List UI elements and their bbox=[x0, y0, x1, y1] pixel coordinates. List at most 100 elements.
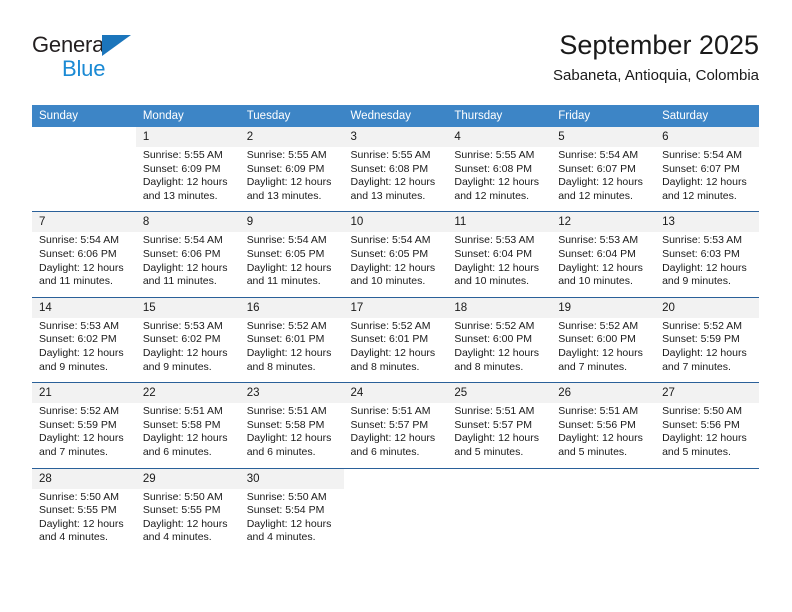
day-info-line: and 11 minutes. bbox=[39, 275, 113, 288]
day-number[interactable]: 26 bbox=[551, 382, 656, 404]
day-number[interactable]: 3 bbox=[343, 127, 448, 147]
day-number[interactable]: 10 bbox=[343, 211, 448, 233]
empty-day-number bbox=[551, 467, 656, 489]
day-cell[interactable]: Sunrise: 5:52 AM Sunset: 6:01 PM Daylight:… bbox=[343, 317, 448, 383]
day-number[interactable]: 25 bbox=[447, 382, 552, 404]
day-info-line: Sunset: 5:55 PM bbox=[142, 504, 221, 517]
day-cell[interactable]: Sunrise: 5:52 AM Sunset: 6:00 PM Daylight:… bbox=[447, 317, 552, 383]
day-cell[interactable]: Sunrise: 5:55 AM Sunset: 6:09 PM Daylight:… bbox=[239, 147, 344, 212]
day-cell[interactable]: Sunrise: 5:53 AM Sunset: 6:02 PM Daylight:… bbox=[135, 317, 240, 383]
day-info-line: and 5 minutes. bbox=[662, 445, 731, 458]
weekday-header-friday: Friday bbox=[551, 105, 656, 127]
day-cell[interactable]: Sunrise: 5:54 AM Sunset: 6:07 PM Daylight:… bbox=[655, 147, 759, 212]
day-number[interactable]: 12 bbox=[551, 211, 656, 233]
day-cell[interactable]: Sunrise: 5:51 AM Sunset: 5:57 PM Daylight:… bbox=[447, 403, 552, 468]
day-cell[interactable]: Sunrise: 5:54 AM Sunset: 6:05 PM Daylight:… bbox=[239, 232, 344, 298]
day-cell[interactable]: Sunrise: 5:53 AM Sunset: 6:04 PM Daylight:… bbox=[551, 232, 656, 298]
day-cell[interactable]: Sunrise: 5:50 AM Sunset: 5:56 PM Daylight:… bbox=[655, 403, 759, 468]
day-cell[interactable]: Sunrise: 5:54 AM Sunset: 6:06 PM Daylight:… bbox=[135, 232, 240, 298]
day-number[interactable]: 4 bbox=[447, 127, 552, 147]
day-info-line: Sunset: 6:05 PM bbox=[350, 247, 429, 260]
day-cell[interactable]: Sunrise: 5:51 AM Sunset: 5:56 PM Daylight:… bbox=[551, 403, 656, 468]
day-number[interactable]: 16 bbox=[239, 296, 344, 318]
day-info-line: Sunrise: 5:54 AM bbox=[142, 234, 223, 247]
day-info-line: Sunset: 5:59 PM bbox=[662, 333, 740, 346]
day-info-line: Sunset: 5:57 PM bbox=[350, 418, 429, 431]
day-number[interactable]: 23 bbox=[239, 382, 344, 404]
day-info-line: and 13 minutes. bbox=[246, 189, 322, 202]
day-info-line: and 7 minutes. bbox=[662, 360, 731, 373]
day-info-line: Sunrise: 5:52 AM bbox=[558, 319, 639, 332]
day-info-line: Sunrise: 5:53 AM bbox=[558, 234, 639, 247]
day-number[interactable]: 20 bbox=[655, 296, 759, 318]
day-cell[interactable]: Sunrise: 5:51 AM Sunset: 5:58 PM Daylight:… bbox=[135, 403, 240, 468]
day-number[interactable]: 21 bbox=[32, 382, 136, 404]
day-info-line: Daylight: 12 hours bbox=[142, 432, 228, 445]
day-info-line: Sunset: 6:07 PM bbox=[558, 162, 636, 175]
day-info-line: Sunrise: 5:51 AM bbox=[246, 405, 327, 418]
day-info-line: and 8 minutes. bbox=[350, 360, 420, 373]
day-info-line: and 12 minutes. bbox=[558, 189, 633, 202]
day-cell[interactable]: Sunrise: 5:53 AM Sunset: 6:03 PM Daylight:… bbox=[655, 232, 759, 298]
day-number[interactable]: 27 bbox=[655, 382, 759, 404]
day-cell[interactable]: Sunrise: 5:52 AM Sunset: 6:00 PM Daylight:… bbox=[551, 317, 656, 383]
day-info-line: Sunset: 6:06 PM bbox=[142, 247, 221, 260]
day-info-line: Sunset: 5:54 PM bbox=[246, 504, 325, 517]
day-cell[interactable]: Sunrise: 5:54 AM Sunset: 6:05 PM Daylight:… bbox=[343, 232, 448, 298]
day-number[interactable]: 7 bbox=[32, 211, 136, 233]
day-cell[interactable]: Sunrise: 5:51 AM Sunset: 5:58 PM Daylight:… bbox=[239, 403, 344, 468]
day-info-line: Daylight: 12 hours bbox=[662, 346, 747, 359]
day-cell[interactable]: Sunrise: 5:52 AM Sunset: 6:01 PM Daylight:… bbox=[239, 317, 344, 383]
day-cell[interactable]: Sunrise: 5:53 AM Sunset: 6:02 PM Daylight:… bbox=[32, 317, 136, 383]
day-info-line: Sunrise: 5:53 AM bbox=[454, 234, 535, 247]
day-number[interactable]: 29 bbox=[135, 467, 240, 489]
day-number[interactable]: 18 bbox=[447, 296, 552, 318]
day-number[interactable]: 22 bbox=[135, 382, 240, 404]
day-number[interactable]: 1 bbox=[135, 127, 240, 147]
day-number[interactable]: 5 bbox=[551, 127, 656, 147]
day-number[interactable]: 6 bbox=[655, 127, 759, 147]
day-info-line: Sunset: 5:58 PM bbox=[246, 418, 325, 431]
weekday-header-saturday: Saturday bbox=[655, 105, 759, 127]
day-number[interactable]: 15 bbox=[135, 296, 240, 318]
day-cell[interactable]: Sunrise: 5:53 AM Sunset: 6:04 PM Daylight:… bbox=[447, 232, 552, 298]
week-detail-row: Sunrise: 5:55 AM Sunset: 6:09 PM Daylight:… bbox=[32, 147, 759, 212]
day-cell[interactable]: Sunrise: 5:55 AM Sunset: 6:09 PM Daylight:… bbox=[135, 147, 240, 212]
day-cell[interactable]: Sunrise: 5:50 AM Sunset: 5:55 PM Daylight:… bbox=[32, 488, 136, 553]
day-number[interactable]: 2 bbox=[239, 127, 344, 147]
day-info-line: Sunset: 6:08 PM bbox=[454, 162, 533, 175]
day-info-line: Sunrise: 5:54 AM bbox=[39, 234, 119, 247]
day-cell[interactable]: Sunrise: 5:50 AM Sunset: 5:54 PM Daylight:… bbox=[239, 488, 344, 553]
day-cell[interactable]: Sunrise: 5:52 AM Sunset: 5:59 PM Daylight:… bbox=[32, 403, 136, 468]
day-info-line: and 7 minutes. bbox=[39, 445, 108, 458]
day-info-line: and 13 minutes. bbox=[350, 189, 426, 202]
day-number[interactable]: 11 bbox=[447, 211, 552, 233]
day-info-line: and 9 minutes. bbox=[662, 275, 731, 288]
day-number[interactable]: 30 bbox=[239, 467, 344, 489]
day-info-line: and 12 minutes. bbox=[662, 189, 737, 202]
day-info-line: Sunrise: 5:52 AM bbox=[350, 319, 431, 332]
day-cell[interactable]: Sunrise: 5:55 AM Sunset: 6:08 PM Daylight:… bbox=[447, 147, 552, 212]
day-cell[interactable]: Sunrise: 5:55 AM Sunset: 6:08 PM Daylight:… bbox=[343, 147, 448, 212]
title-block: September 2025 Sabaneta, Antioquia, Colo… bbox=[553, 28, 759, 87]
day-cell[interactable]: Sunrise: 5:54 AM Sunset: 6:07 PM Daylight:… bbox=[551, 147, 656, 212]
weekday-header-thursday: Thursday bbox=[447, 105, 552, 127]
day-number[interactable]: 17 bbox=[343, 296, 448, 318]
day-number[interactable]: 28 bbox=[32, 467, 136, 489]
day-cell[interactable]: Sunrise: 5:52 AM Sunset: 5:59 PM Daylight:… bbox=[655, 317, 759, 383]
day-number[interactable]: 19 bbox=[551, 296, 656, 318]
day-info-line: Sunset: 6:02 PM bbox=[142, 333, 221, 346]
empty-day-number bbox=[447, 467, 552, 489]
day-cell[interactable]: Sunrise: 5:51 AM Sunset: 5:57 PM Daylight:… bbox=[343, 403, 448, 468]
logo-text-general: General bbox=[32, 32, 109, 57]
day-cell[interactable]: Sunrise: 5:54 AM Sunset: 6:06 PM Daylight:… bbox=[32, 232, 136, 298]
day-number[interactable]: 8 bbox=[135, 211, 240, 233]
day-cell[interactable]: Sunrise: 5:50 AM Sunset: 5:55 PM Daylight:… bbox=[135, 488, 240, 553]
day-number[interactable]: 9 bbox=[239, 211, 344, 233]
day-number[interactable]: 14 bbox=[32, 296, 136, 318]
weekday-header-monday: Monday bbox=[135, 105, 240, 127]
day-info-line: Sunset: 5:56 PM bbox=[662, 418, 740, 431]
day-number[interactable]: 13 bbox=[655, 211, 759, 233]
day-number[interactable]: 24 bbox=[343, 382, 448, 404]
day-info-line: Daylight: 12 hours bbox=[558, 176, 643, 189]
